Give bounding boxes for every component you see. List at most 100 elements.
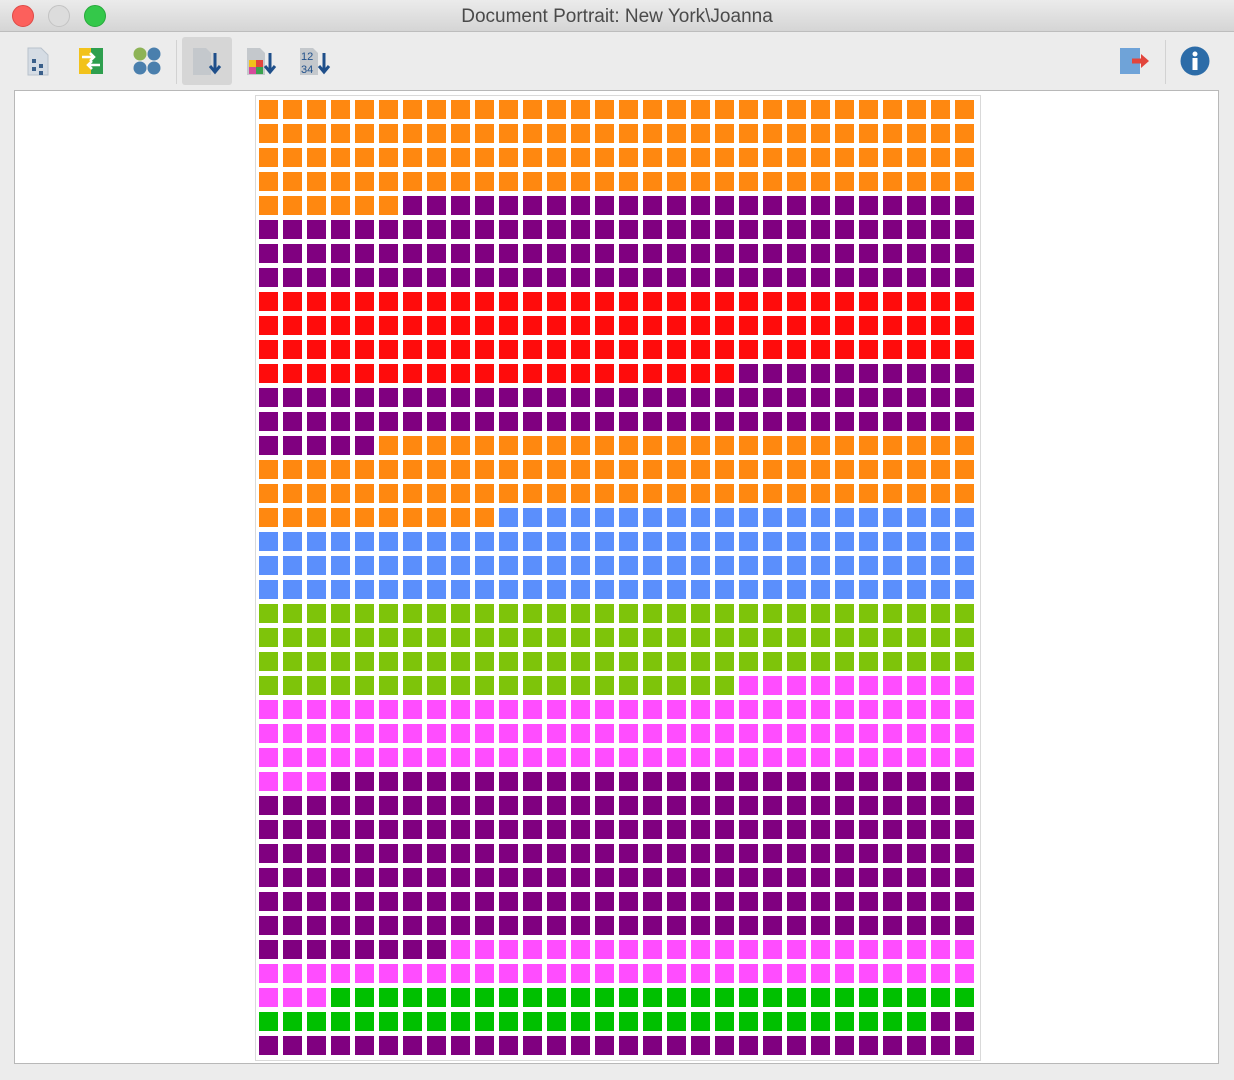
portrait-cell[interactable]: [739, 700, 758, 719]
portrait-cell[interactable]: [715, 172, 734, 191]
portrait-cell[interactable]: [835, 244, 854, 263]
portrait-cell[interactable]: [763, 1036, 782, 1055]
portrait-cell[interactable]: [547, 124, 566, 143]
portrait-cell[interactable]: [427, 412, 446, 431]
portrait-cell[interactable]: [643, 676, 662, 695]
portrait-cell[interactable]: [691, 772, 710, 791]
portrait-cell[interactable]: [883, 820, 902, 839]
portrait-cell[interactable]: [763, 364, 782, 383]
portrait-cell[interactable]: [787, 244, 806, 263]
portrait-cell[interactable]: [595, 652, 614, 671]
portrait-cell[interactable]: [811, 748, 830, 767]
portrait-cell[interactable]: [595, 340, 614, 359]
portrait-cell[interactable]: [715, 820, 734, 839]
portrait-cell[interactable]: [811, 988, 830, 1007]
portrait-cell[interactable]: [427, 1036, 446, 1055]
portrait-cell[interactable]: [499, 1036, 518, 1055]
portrait-cell[interactable]: [883, 412, 902, 431]
portrait-cell[interactable]: [403, 868, 422, 887]
portrait-cell[interactable]: [859, 820, 878, 839]
portrait-cell[interactable]: [811, 460, 830, 479]
portrait-cell[interactable]: [403, 316, 422, 335]
portrait-cell[interactable]: [307, 316, 326, 335]
portrait-cell[interactable]: [283, 268, 302, 287]
portrait-cell[interactable]: [955, 412, 974, 431]
portrait-cell[interactable]: [643, 868, 662, 887]
portrait-cell[interactable]: [403, 244, 422, 263]
portrait-cell[interactable]: [547, 580, 566, 599]
portrait-cell[interactable]: [835, 412, 854, 431]
portrait-cell[interactable]: [499, 532, 518, 551]
portrait-cell[interactable]: [523, 868, 542, 887]
portrait-cell[interactable]: [427, 532, 446, 551]
portrait-cell[interactable]: [523, 844, 542, 863]
portrait-cell[interactable]: [571, 268, 590, 287]
portrait-cell[interactable]: [595, 532, 614, 551]
portrait-cell[interactable]: [619, 988, 638, 1007]
portrait-cell[interactable]: [379, 508, 398, 527]
portrait-cell[interactable]: [739, 148, 758, 167]
portrait-cell[interactable]: [691, 676, 710, 695]
portrait-cell[interactable]: [355, 196, 374, 215]
portrait-cell[interactable]: [379, 412, 398, 431]
portrait-cell[interactable]: [283, 508, 302, 527]
portrait-cell[interactable]: [811, 676, 830, 695]
portrait-cell[interactable]: [955, 1036, 974, 1055]
portrait-cell[interactable]: [283, 916, 302, 935]
portrait-cell[interactable]: [835, 124, 854, 143]
portrait-cell[interactable]: [571, 892, 590, 911]
portrait-cell[interactable]: [499, 676, 518, 695]
portrait-cell[interactable]: [379, 844, 398, 863]
portrait-cell[interactable]: [547, 604, 566, 623]
portrait-cell[interactable]: [643, 1012, 662, 1031]
portrait-cell[interactable]: [907, 772, 926, 791]
portrait-cell[interactable]: [307, 988, 326, 1007]
portrait-cell[interactable]: [403, 388, 422, 407]
portrait-cell[interactable]: [499, 556, 518, 575]
portrait-cell[interactable]: [259, 700, 278, 719]
portrait-cell[interactable]: [475, 172, 494, 191]
portrait-cell[interactable]: [499, 244, 518, 263]
portrait-cell[interactable]: [547, 628, 566, 647]
portrait-cell[interactable]: [955, 292, 974, 311]
portrait-cell[interactable]: [811, 844, 830, 863]
portrait-cell[interactable]: [691, 508, 710, 527]
portrait-cell[interactable]: [883, 364, 902, 383]
portrait-cell[interactable]: [763, 580, 782, 599]
portrait-cell[interactable]: [499, 388, 518, 407]
portrait-cell[interactable]: [667, 820, 686, 839]
portrait-cell[interactable]: [379, 556, 398, 575]
portrait-cell[interactable]: [835, 484, 854, 503]
portrait-cell[interactable]: [499, 340, 518, 359]
portrait-cell[interactable]: [835, 604, 854, 623]
portrait-cell[interactable]: [571, 292, 590, 311]
portrait-cell[interactable]: [859, 916, 878, 935]
portrait-cell[interactable]: [667, 604, 686, 623]
portrait-cell[interactable]: [259, 676, 278, 695]
portrait-cell[interactable]: [331, 388, 350, 407]
portrait-cell[interactable]: [763, 892, 782, 911]
portrait-cell[interactable]: [883, 1036, 902, 1055]
portrait-cell[interactable]: [403, 340, 422, 359]
portrait-cell[interactable]: [619, 460, 638, 479]
portrait-cell[interactable]: [907, 844, 926, 863]
portrait-cell[interactable]: [667, 628, 686, 647]
portrait-cell[interactable]: [595, 940, 614, 959]
portrait-cell[interactable]: [715, 556, 734, 575]
portrait-cell[interactable]: [403, 268, 422, 287]
portrait-cell[interactable]: [739, 412, 758, 431]
portrait-cell[interactable]: [475, 460, 494, 479]
portrait-cell[interactable]: [619, 244, 638, 263]
portrait-cell[interactable]: [691, 1036, 710, 1055]
portrait-cell[interactable]: [283, 364, 302, 383]
portrait-cell[interactable]: [643, 1036, 662, 1055]
portrait-cell[interactable]: [379, 268, 398, 287]
portrait-cell[interactable]: [907, 148, 926, 167]
portrait-cell[interactable]: [331, 844, 350, 863]
portrait-cell[interactable]: [595, 580, 614, 599]
portrait-cell[interactable]: [403, 436, 422, 455]
portrait-cell[interactable]: [739, 1012, 758, 1031]
portrait-cell[interactable]: [547, 292, 566, 311]
portrait-cell[interactable]: [739, 628, 758, 647]
portrait-cell[interactable]: [259, 916, 278, 935]
